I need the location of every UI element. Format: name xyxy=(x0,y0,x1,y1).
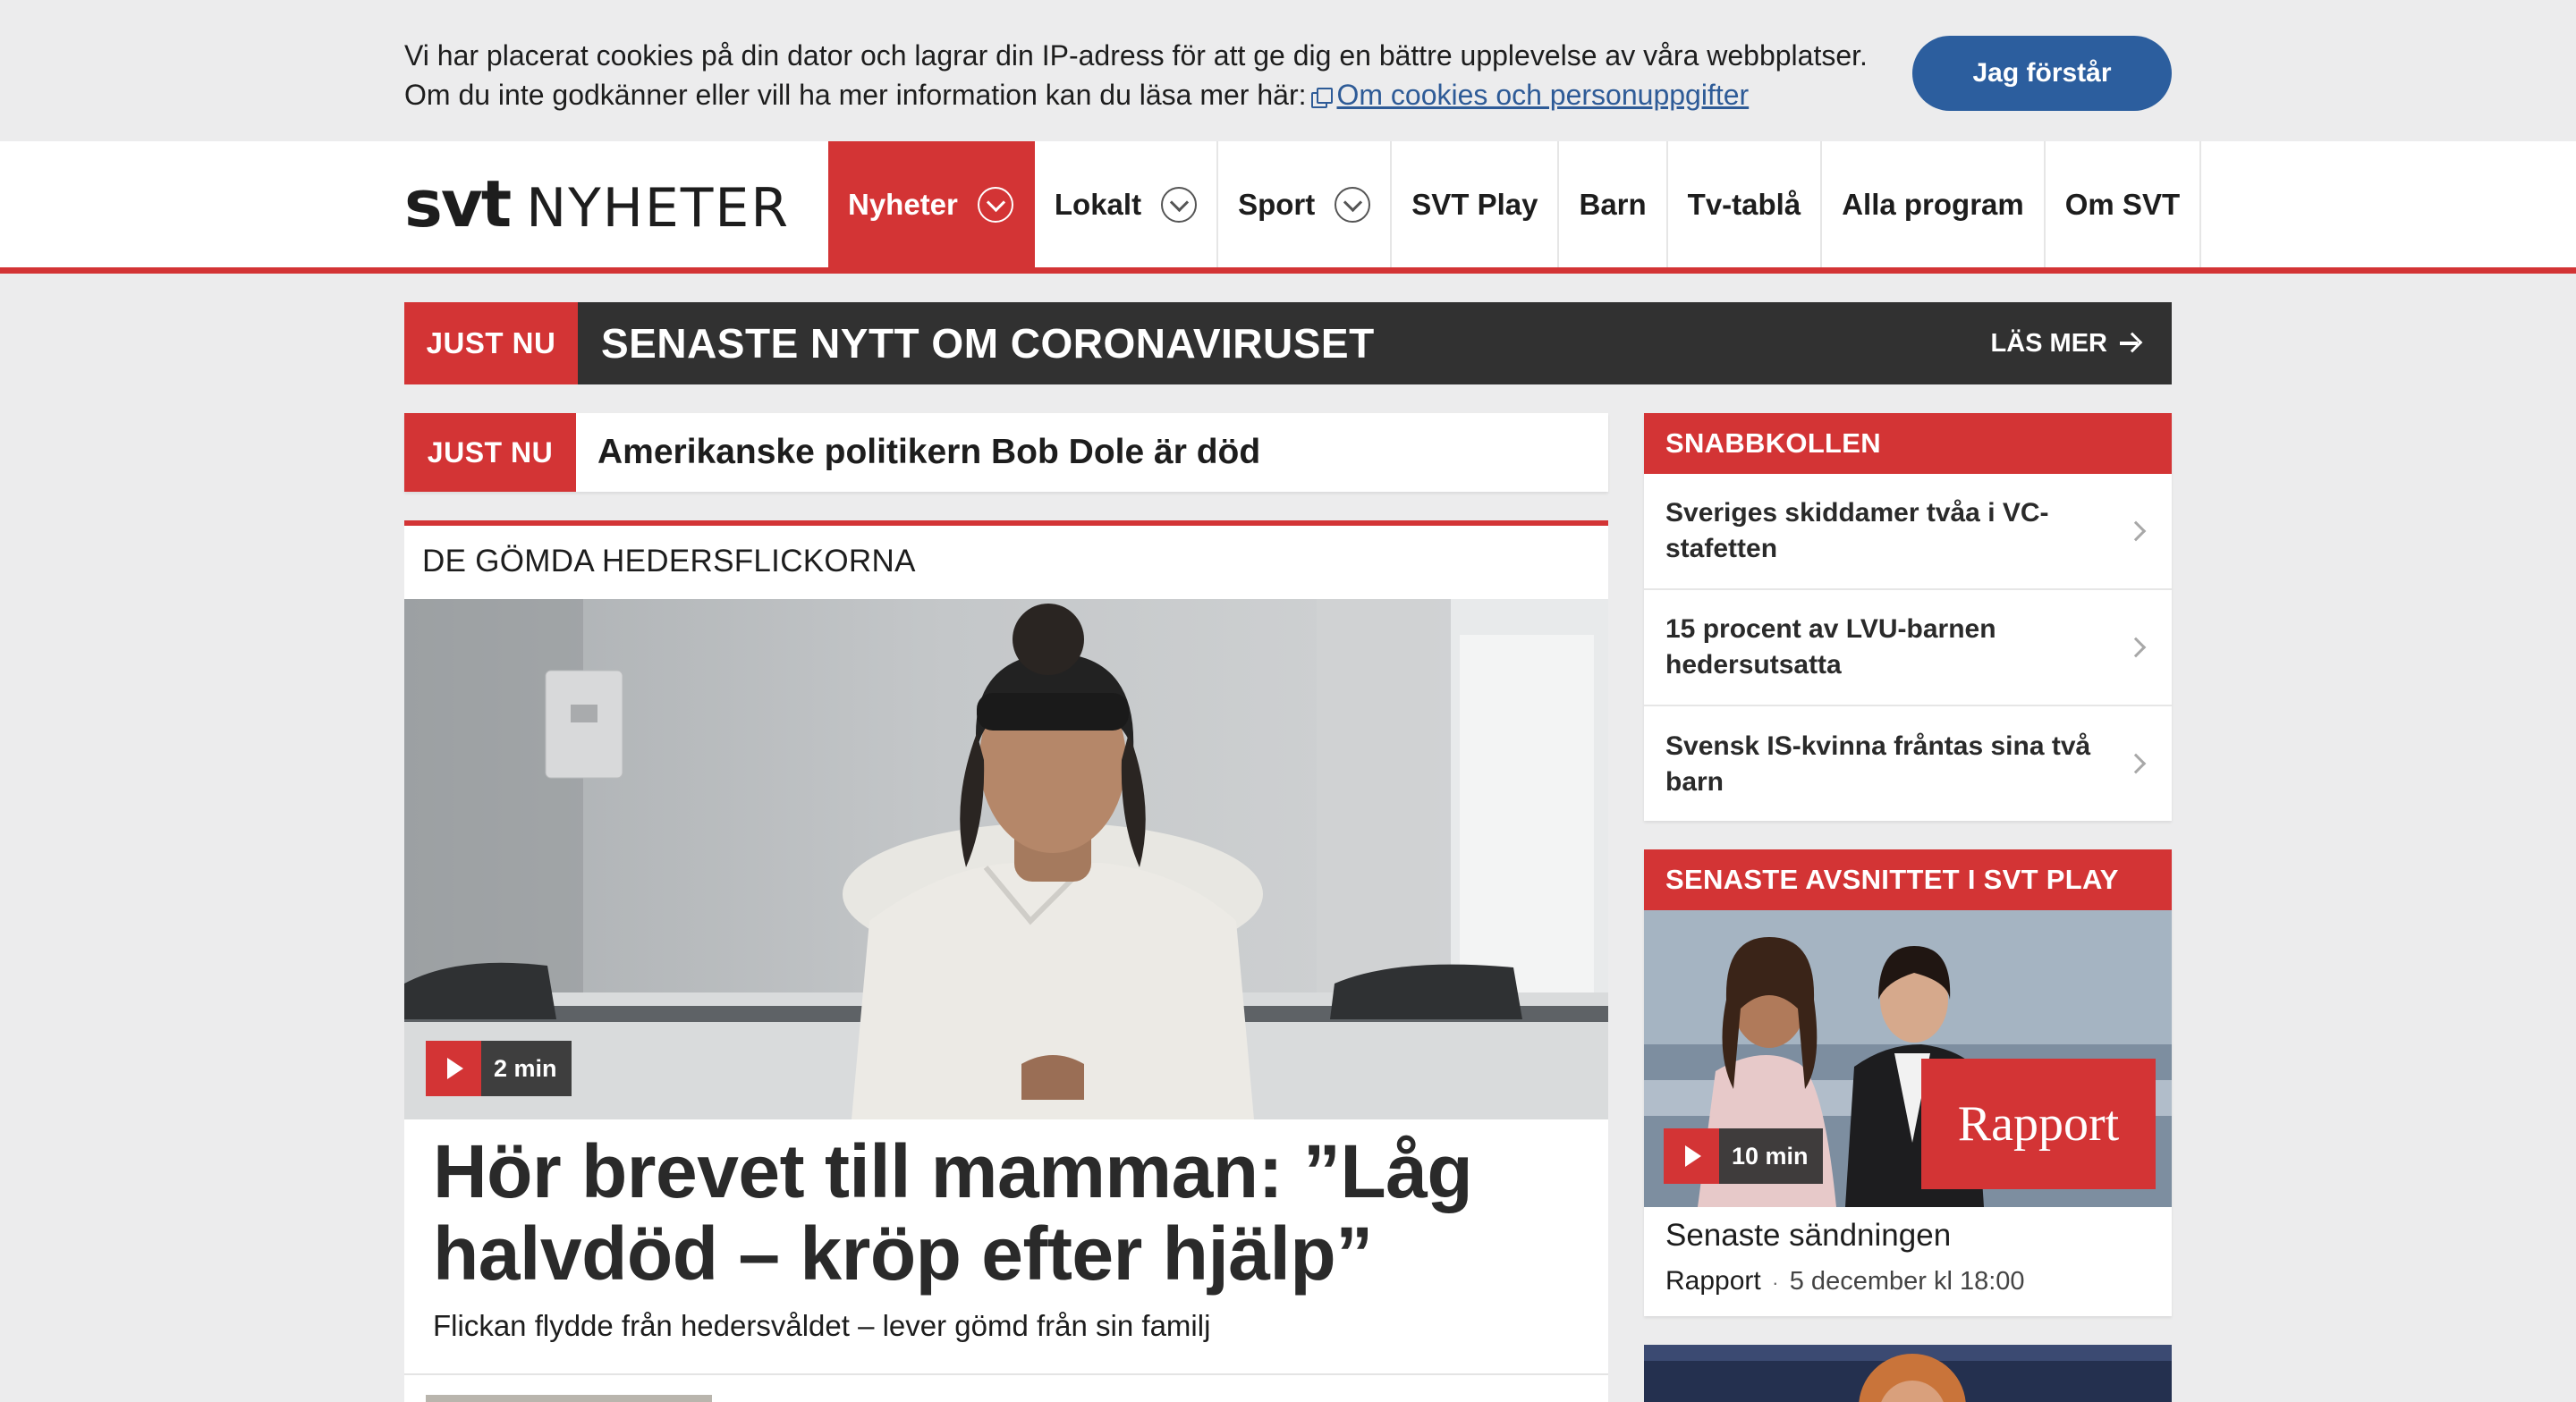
chevron-down-icon[interactable] xyxy=(1335,186,1371,223)
hero-photo xyxy=(404,599,1608,1119)
snabbkollen-item[interactable]: Svensk IS-kvinna fråntas sina två barn xyxy=(1644,706,2172,823)
nav-item-nyheter[interactable]: Nyheter xyxy=(828,141,1035,267)
nav-label: Tv-tablå xyxy=(1687,187,1801,221)
nav-label: Om SVT xyxy=(2064,187,2181,221)
episode-image[interactable]: Rapport 10 min xyxy=(1644,910,2172,1207)
breaking-title: Amerikanske politikern Bob Dole är död xyxy=(597,433,1261,471)
nav-item-om-svt[interactable]: Om SVT xyxy=(2046,141,2202,267)
cookie-line-2-text: Om du inte godkänner eller vill ha mer i… xyxy=(404,79,1307,111)
nav-label: Lokalt xyxy=(1054,187,1142,221)
video-duration: 10 min xyxy=(1732,1142,1809,1170)
cookie-text: Vi har placerat cookies på din dator och… xyxy=(404,36,1880,114)
episode-title[interactable]: Senaste sändningen xyxy=(1665,1218,1951,1254)
rapport-logo: Rapport xyxy=(1921,1059,2156,1189)
svt-nyheter-logo[interactable]: svt NYHETER xyxy=(404,166,791,241)
arrow-right-icon xyxy=(2118,332,2141,355)
breaking-news[interactable]: JUST NU Amerikanske politikern Bob Dole … xyxy=(404,413,1608,492)
nav-item-barn[interactable]: Barn xyxy=(1559,141,1668,267)
nav-label: SVT Play xyxy=(1411,187,1538,221)
nav-label: Alla program xyxy=(1842,187,2024,221)
site-header: svt NYHETER Nyheter Lokalt Sport SVT Pla… xyxy=(0,141,2576,274)
snabbkollen-item[interactable]: 15 procent av LVU-barnen hedersutsatta xyxy=(1644,590,2172,706)
divider xyxy=(404,1373,1608,1375)
program-name: Rapport xyxy=(1665,1266,1761,1296)
article-headline[interactable]: Hör brevet till mamman: ”Låg halvdöd – k… xyxy=(433,1130,1578,1295)
nav-item-svt-play[interactable]: SVT Play xyxy=(1392,141,1560,267)
nav-label: Sport xyxy=(1238,187,1316,221)
broadcast-date: 5 december kl 18:00 xyxy=(1789,1267,2025,1296)
article-kicker[interactable]: DE GÖMDA HEDERSFLICKORNA xyxy=(422,544,916,579)
chevron-right-icon xyxy=(2125,753,2147,774)
snabbkollen-item-text: Svensk IS-kvinna fråntas sina två barn xyxy=(1665,731,2091,797)
nav-item-sport[interactable]: Sport xyxy=(1218,141,1393,267)
snabbkollen-item-text: 15 procent av LVU-barnen hedersutsatta xyxy=(1665,614,1996,680)
meta-separator: · xyxy=(1772,1271,1779,1294)
nav-label: Nyheter xyxy=(848,187,958,221)
snabbkollen-item[interactable]: Sveriges skiddamer tvåa i VC-stafetten xyxy=(1644,474,2172,590)
nav-item-alla-program[interactable]: Alla program xyxy=(1822,141,2046,267)
cookie-info-link[interactable]: Om cookies och personuppgifter xyxy=(1336,79,1749,111)
just-nu-tag: JUST NU xyxy=(404,413,576,492)
chevron-down-icon[interactable] xyxy=(1161,186,1198,223)
nav-item-tv-tabla[interactable]: Tv-tablå xyxy=(1668,141,1823,267)
next-teaser-photo xyxy=(1644,1345,2172,1402)
top-article: DE GÖMDA HEDERSFLICKORNA 2 min Hör breve… xyxy=(404,520,1608,1402)
nav-label: Barn xyxy=(1579,187,1647,221)
svt-play-panel: SENASTE AVSNITTET I SVT PLAY Rapport 10 … xyxy=(1644,849,2172,1316)
cookie-banner: Vi har placerat cookies på din dator och… xyxy=(0,0,2576,141)
cookie-line-1: Vi har placerat cookies på din dator och… xyxy=(404,39,1868,72)
snabbkollen-panel: SNABBKOLLEN Sveriges skiddamer tvåa i VC… xyxy=(1644,413,2172,821)
chevron-right-icon xyxy=(2125,637,2147,658)
play-icon xyxy=(426,1041,481,1096)
cookie-line-2: Om du inte godkänner eller vill ha mer i… xyxy=(404,75,1880,114)
corona-banner[interactable]: JUST NU SENASTE NYTT OM CORONAVIRUSET LÄ… xyxy=(404,302,2172,384)
play-icon xyxy=(1664,1128,1719,1184)
logo-svt: svt xyxy=(404,166,512,241)
article-image[interactable]: 2 min xyxy=(404,599,1608,1119)
next-article-thumbnail[interactable] xyxy=(426,1395,712,1402)
video-duration: 2 min xyxy=(494,1054,557,1082)
external-link-icon xyxy=(1311,88,1334,108)
read-more-label: LÄS MER xyxy=(1990,328,2108,358)
chevron-right-icon xyxy=(2125,520,2147,542)
next-teaser-image[interactable] xyxy=(1644,1345,2172,1402)
logo-section: NYHETER xyxy=(526,177,791,240)
video-duration-badge[interactable]: 2 min xyxy=(426,1041,572,1096)
just-nu-tag: JUST NU xyxy=(404,302,578,384)
svt-play-title: SENASTE AVSNITTET I SVT PLAY xyxy=(1644,849,2172,910)
snabbkollen-item-text: Sveriges skiddamer tvåa i VC-stafetten xyxy=(1665,498,2049,563)
accept-cookies-button[interactable]: Jag förstår xyxy=(1912,36,2172,111)
read-more-link[interactable]: LÄS MER xyxy=(1991,302,2142,384)
video-duration-badge[interactable]: 10 min xyxy=(1664,1128,1823,1184)
nav-item-lokalt[interactable]: Lokalt xyxy=(1035,141,1219,267)
episode-meta: Rapport · 5 december kl 18:00 xyxy=(1665,1266,2025,1296)
banner-title: SENASTE NYTT OM CORONAVIRUSET xyxy=(601,320,1375,367)
article-subline: Flickan flydde från hedersvåldet – lever… xyxy=(433,1309,1211,1342)
chevron-down-icon[interactable] xyxy=(977,186,1013,223)
snabbkollen-title: SNABBKOLLEN xyxy=(1644,413,2172,474)
main-nav: Nyheter Lokalt Sport SVT Play Barn Tv-ta… xyxy=(828,141,2202,267)
